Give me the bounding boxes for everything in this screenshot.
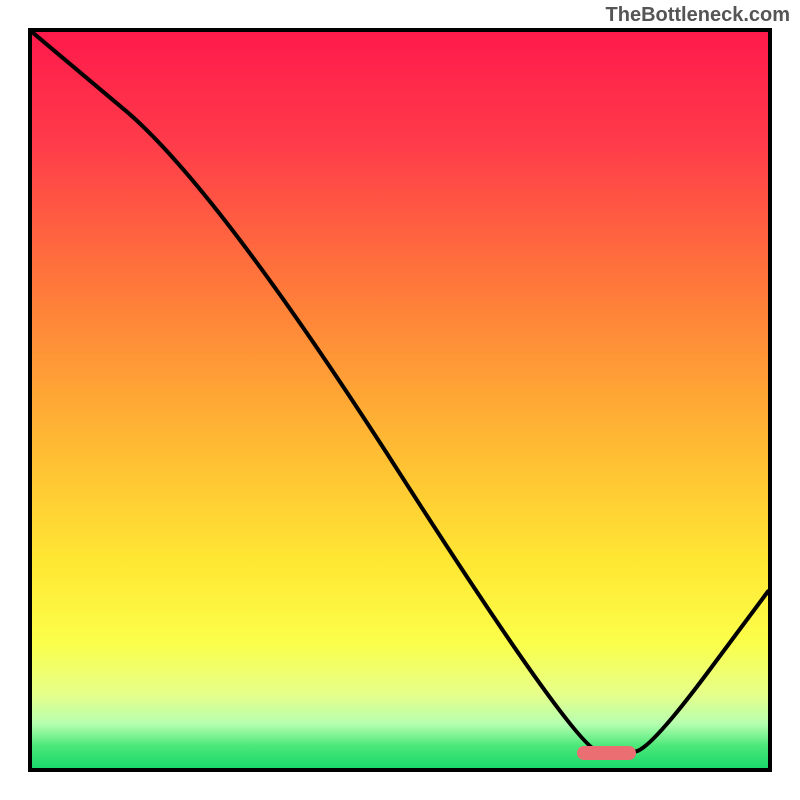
chart-frame [28, 28, 772, 772]
watermark-text: TheBottleneck.com [606, 4, 790, 27]
plot-area [32, 32, 768, 768]
chart-line [32, 32, 768, 768]
optimal-marker [577, 746, 636, 760]
